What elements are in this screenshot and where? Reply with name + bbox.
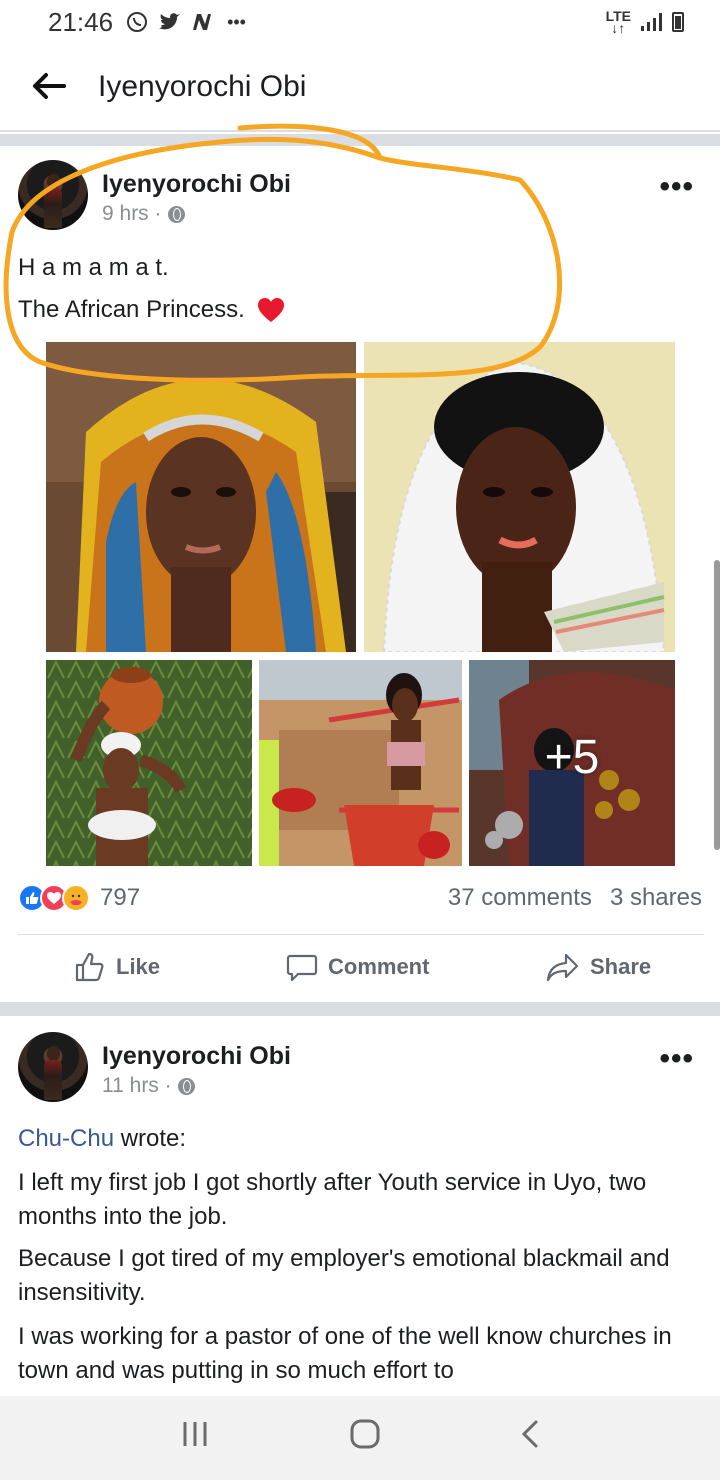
post-meta: 11 hrs · bbox=[102, 1074, 195, 1098]
post-card: Iyenyorochi Obi 9 hrs · ••• H a m a m a … bbox=[0, 123, 720, 1004]
post-photo-3[interactable] bbox=[46, 660, 252, 866]
back-icon[interactable] bbox=[520, 1419, 540, 1457]
divider bbox=[18, 934, 704, 935]
status-bar: 21:46 ••• LTE ↓↑ bbox=[0, 0, 720, 44]
like-label: Like bbox=[116, 954, 161, 979]
signal-icon bbox=[641, 13, 662, 31]
wrote-label: wrote: bbox=[114, 1125, 187, 1152]
share-button[interactable]: Share bbox=[546, 940, 651, 994]
post-time: 11 hrs · bbox=[102, 1074, 172, 1097]
post-card: Iyenyorochi Obi 11 hrs · ••• Chu-Chu wro… bbox=[0, 1016, 720, 1396]
share-icon bbox=[546, 953, 579, 982]
avatar[interactable] bbox=[18, 1032, 88, 1102]
status-time: 21:46 bbox=[48, 6, 114, 37]
comments-count[interactable]: 37 comments bbox=[448, 884, 592, 912]
care-reaction-icon bbox=[62, 884, 90, 912]
news-icon bbox=[193, 14, 212, 30]
system-nav-bar bbox=[0, 1396, 720, 1480]
section-divider bbox=[0, 1002, 720, 1016]
reaction-summary[interactable]: 797 bbox=[18, 884, 140, 912]
globe-icon bbox=[177, 1077, 195, 1095]
lte-indicator: LTE ↓↑ bbox=[605, 8, 631, 36]
back-arrow-icon[interactable] bbox=[32, 65, 72, 110]
shares-count[interactable]: 3 shares bbox=[610, 884, 702, 912]
more-options-button[interactable]: ••• bbox=[659, 170, 694, 204]
comment-icon bbox=[286, 954, 318, 982]
engagement-stats: 37 comments 3 shares bbox=[448, 884, 702, 912]
status-more-icon: ••• bbox=[227, 11, 246, 32]
thumbs-up-icon bbox=[75, 952, 104, 982]
whatsapp-icon bbox=[127, 12, 148, 32]
post-action-bar: Like Comment Share bbox=[0, 940, 720, 994]
share-label: Share bbox=[590, 954, 652, 979]
post-photo-4[interactable] bbox=[259, 660, 462, 866]
notification-icons: ••• bbox=[125, 10, 246, 34]
twitter-icon bbox=[159, 13, 181, 30]
comment-label: Comment bbox=[328, 954, 430, 979]
quote-header: Chu-Chu wrote: bbox=[18, 1122, 708, 1156]
quoted-user-link[interactable]: Chu-Chu bbox=[18, 1125, 114, 1152]
more-photos-count: +5 bbox=[544, 731, 600, 784]
post-paragraph-3: I was working for a pastor of one of the… bbox=[18, 1323, 672, 1384]
recent-apps-icon[interactable] bbox=[180, 1420, 210, 1456]
battery-icon bbox=[672, 12, 684, 32]
more-options-button[interactable]: ••• bbox=[659, 1042, 694, 1076]
system-status: LTE ↓↑ bbox=[605, 8, 684, 36]
page-title: Iyenyorochi Obi bbox=[98, 70, 307, 103]
scrollbar[interactable] bbox=[714, 560, 720, 850]
comment-button[interactable]: Comment bbox=[286, 940, 429, 994]
post-author[interactable]: Iyenyorochi Obi bbox=[102, 1042, 291, 1071]
home-icon[interactable] bbox=[349, 1418, 381, 1458]
post-photo-5-more[interactable]: +5 bbox=[469, 660, 675, 866]
app-header: Iyenyorochi Obi bbox=[0, 44, 720, 132]
annotation-circle bbox=[3, 123, 563, 383]
reaction-count: 797 bbox=[100, 884, 141, 911]
like-button[interactable]: Like bbox=[74, 940, 160, 994]
post-paragraph-2: Because I got tired of my employer's emo… bbox=[18, 1245, 670, 1306]
post-paragraph-1: I left my first job I got shortly after … bbox=[18, 1169, 647, 1230]
